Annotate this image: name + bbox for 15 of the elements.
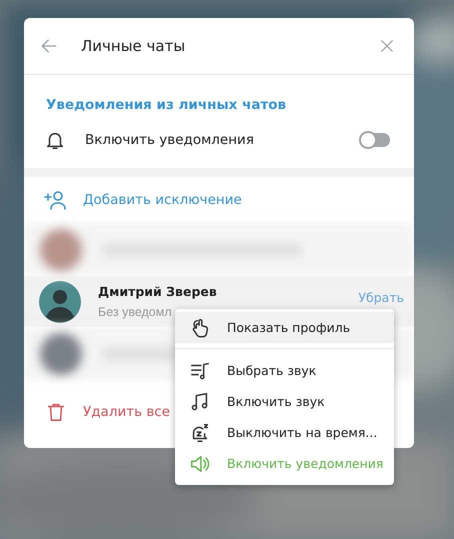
add-person-icon — [43, 188, 67, 212]
delete-all-link[interactable]: Удалить все — [83, 404, 170, 420]
dialog-title: Личные чаты — [81, 37, 186, 55]
menu-item[interactable]: Выбрать звук — [175, 355, 394, 386]
menu-item[interactable]: Включить звук — [175, 386, 394, 417]
contact-status: Без уведомл — [98, 305, 173, 319]
avatar — [39, 280, 81, 322]
trash-icon — [45, 401, 67, 423]
menu-item[interactable]: Выключить на время... — [175, 417, 394, 448]
toggle-label: Включить уведомления — [85, 132, 255, 148]
contact-name: Дмитрий Зверев — [98, 284, 218, 299]
section-title: Уведомления из личных чатов — [46, 97, 288, 113]
toggle-switch[interactable] — [360, 133, 390, 147]
menu-item[interactable]: Показать профиль — [175, 312, 394, 343]
close-icon[interactable] — [378, 37, 396, 55]
